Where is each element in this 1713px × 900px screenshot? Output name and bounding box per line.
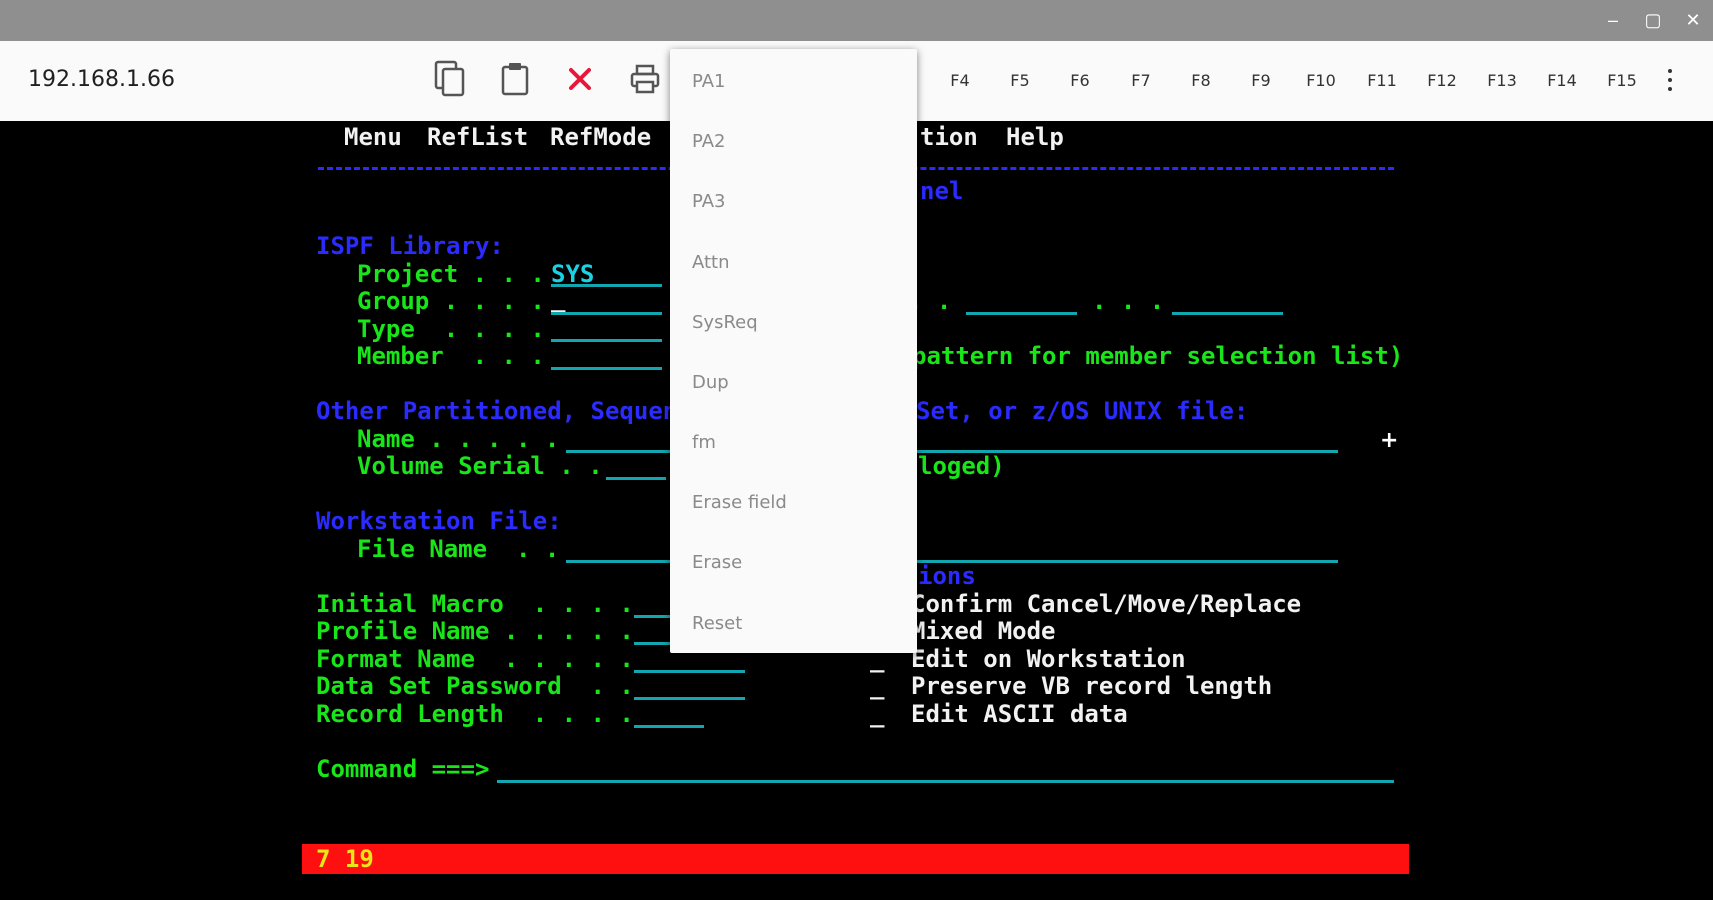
- group-field[interactable]: [551, 312, 662, 315]
- type-field[interactable]: [551, 339, 662, 342]
- record-length-label: Record Length . . . .: [316, 700, 634, 728]
- menu-menu[interactable]: Menu: [344, 122, 402, 152]
- panel-title: nel: [920, 177, 964, 205]
- f10-key[interactable]: F10: [1291, 71, 1351, 90]
- dropdown-item-fm[interactable]: fm: [692, 432, 716, 453]
- f9-key[interactable]: F9: [1231, 71, 1291, 90]
- dropdown-item-erase[interactable]: Erase: [692, 552, 742, 573]
- group-field-2[interactable]: [966, 312, 1077, 315]
- minimize-button[interactable]: –: [1600, 8, 1626, 32]
- f13-key[interactable]: F13: [1472, 71, 1532, 90]
- paste-icon[interactable]: [495, 57, 535, 101]
- menu-partial-item[interactable]: tion: [920, 122, 978, 152]
- initial-macro-label: Initial Macro . . . .: [316, 590, 634, 618]
- disconnect-icon[interactable]: [560, 57, 600, 101]
- profile-name-label: Profile Name . . . . .: [316, 617, 634, 645]
- f15-key[interactable]: F15: [1592, 71, 1652, 90]
- restore-button[interactable]: ▢: [1640, 8, 1666, 32]
- option-5-checkbox[interactable]: _: [870, 699, 884, 729]
- option-4-checkbox[interactable]: _: [870, 671, 884, 701]
- format-name-field[interactable]: [634, 670, 745, 673]
- option-5-label: Edit ASCII data: [911, 700, 1128, 728]
- member-hint: pattern for member selection list): [912, 342, 1404, 370]
- volume-serial-field[interactable]: [606, 477, 666, 480]
- options-heading: ions: [918, 562, 976, 590]
- more-options-icon[interactable]: [1664, 65, 1676, 95]
- f5-key[interactable]: F5: [990, 71, 1050, 90]
- menu-reflist[interactable]: RefList: [427, 122, 528, 152]
- data-set-password-label: Data Set Password . .: [316, 672, 634, 700]
- close-window-button[interactable]: ✕: [1680, 8, 1706, 32]
- command-input[interactable]: [497, 780, 1394, 783]
- special-keys-dropdown: PA1 PA2 PA3 Attn SysReq Dup fm Erase fie…: [670, 49, 917, 653]
- title-bar: – ▢ ✕: [0, 0, 1713, 41]
- menu-refmode[interactable]: RefMode: [550, 122, 651, 152]
- project-label: Project . . .: [357, 260, 545, 288]
- name-label: Name . . . . .: [357, 425, 560, 453]
- dropdown-item-pa3[interactable]: PA3: [692, 191, 725, 212]
- f12-key[interactable]: F12: [1412, 71, 1472, 90]
- group-dots-2: . . .: [1092, 287, 1165, 315]
- f4-key[interactable]: F4: [930, 71, 990, 90]
- option-4-label: Preserve VB record length: [911, 672, 1273, 700]
- ispf-library-heading: ISPF Library:: [316, 232, 504, 260]
- format-name-label: Format Name . . . . .: [316, 645, 634, 673]
- copy-icon[interactable]: [430, 57, 470, 101]
- host-address: 192.168.1.66: [28, 67, 175, 92]
- data-set-password-field[interactable]: [634, 697, 745, 700]
- status-bar: 7 19: [302, 844, 1409, 874]
- dropdown-item-pa1[interactable]: PA1: [692, 71, 725, 92]
- menu-help[interactable]: Help: [1006, 122, 1064, 152]
- volume-hint: loged): [918, 452, 1005, 480]
- dropdown-item-pa2[interactable]: PA2: [692, 131, 725, 152]
- f14-key[interactable]: F14: [1532, 71, 1592, 90]
- record-length-field[interactable]: [634, 725, 704, 728]
- type-label: Type . . . .: [357, 315, 545, 343]
- option-3-label: Edit on Workstation: [911, 645, 1186, 673]
- dropdown-item-sysreq[interactable]: SysReq: [692, 312, 758, 333]
- other-dataset-heading-cont: Set, or z/OS UNIX file:: [916, 397, 1249, 425]
- option-1-label: Confirm Cancel/Move/Replace: [911, 590, 1302, 618]
- f6-key[interactable]: F6: [1050, 71, 1110, 90]
- member-field[interactable]: [551, 367, 662, 370]
- dropdown-item-reset[interactable]: Reset: [692, 613, 742, 634]
- f8-key[interactable]: F8: [1171, 71, 1231, 90]
- workstation-file-heading: Workstation File:: [316, 507, 562, 535]
- volume-serial-label: Volume Serial . .: [357, 452, 603, 480]
- dropdown-item-dup[interactable]: Dup: [692, 372, 729, 393]
- group-field-3[interactable]: [1172, 312, 1283, 315]
- f11-key[interactable]: F11: [1352, 71, 1412, 90]
- group-label: Group . . . .: [357, 287, 545, 315]
- f7-key[interactable]: F7: [1111, 71, 1171, 90]
- command-label: Command ===>: [316, 755, 490, 783]
- file-name-label: File Name . .: [357, 535, 560, 563]
- print-icon[interactable]: [625, 57, 665, 101]
- option-2-label: Mixed Mode: [911, 617, 1056, 645]
- dropdown-item-attn[interactable]: Attn: [692, 252, 730, 273]
- project-field[interactable]: [551, 284, 662, 287]
- mouse-cursor-icon: +: [1380, 428, 1399, 453]
- dropdown-item-erase-field[interactable]: Erase field: [692, 492, 787, 513]
- cursor-position: 7 19: [316, 845, 374, 873]
- other-dataset-heading: Other Partitioned, Sequent: [316, 397, 692, 425]
- member-label: Member . . .: [357, 342, 545, 370]
- text-cursor: _: [551, 285, 566, 313]
